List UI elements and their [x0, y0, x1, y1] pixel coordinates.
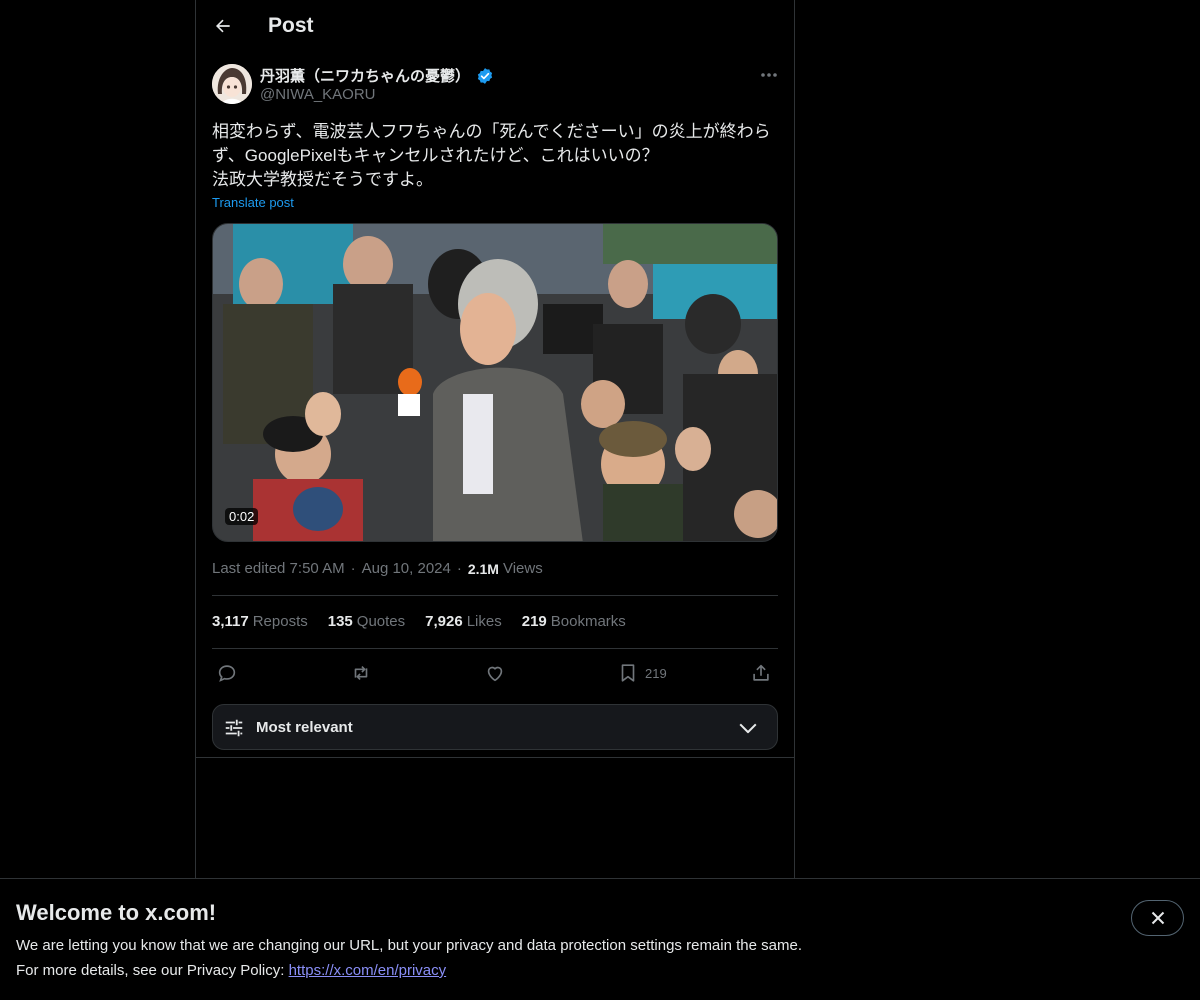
avatar-image — [212, 64, 252, 104]
welcome-banner: Welcome to x.com! We are letting you kno… — [0, 878, 1200, 1000]
meta-separator: · — [350, 560, 356, 577]
repost-icon — [354, 665, 368, 681]
likes-label: Likes — [466, 613, 502, 630]
reply-button[interactable] — [216, 660, 238, 686]
back-button[interactable] — [206, 9, 240, 43]
banner-details: For more details, see our Privacy Policy… — [16, 962, 446, 979]
video-player[interactable]: 0:02 — [212, 223, 778, 542]
close-icon — [1151, 911, 1164, 925]
author-name-text: 丹羽薫（ニワカちゃんの憂鬱） — [260, 68, 471, 85]
divider — [196, 757, 794, 758]
divider — [212, 648, 778, 649]
bookmark-button[interactable]: 219 — [617, 660, 667, 686]
verified-badge-icon — [477, 67, 493, 84]
privacy-policy-link[interactable]: https://x.com/en/privacy — [289, 962, 447, 979]
post-date[interactable]: Aug 10, 2024 — [362, 560, 451, 577]
stat-reposts[interactable]: 3,117 Reposts — [212, 613, 308, 630]
page-title: Post — [268, 14, 314, 37]
banner-details-text: For more details, see our Privacy Policy… — [16, 962, 289, 979]
banner-title: Welcome to x.com! — [16, 900, 217, 925]
video-thumbnail — [213, 224, 777, 541]
reposts-label: Reposts — [252, 613, 308, 630]
divider — [212, 595, 778, 596]
stat-bookmarks[interactable]: 219 Bookmarks — [522, 613, 626, 630]
top-bar: Post — [196, 0, 794, 54]
meta-separator: · — [456, 560, 462, 577]
more-options-button[interactable] — [754, 64, 784, 86]
views-label: Views — [502, 560, 543, 577]
share-button[interactable] — [750, 660, 772, 686]
stat-quotes[interactable]: 135 Quotes — [328, 613, 405, 630]
bookmarks-count: 219 — [521, 613, 547, 630]
author-handle[interactable]: @NIWA_KAORU — [260, 86, 376, 103]
share-icon — [753, 664, 769, 681]
close-banner-button[interactable] — [1131, 900, 1184, 936]
chevron-down-icon — [739, 723, 757, 734]
bookmark-icon — [621, 664, 635, 682]
sort-label: Most relevant — [256, 719, 353, 736]
engagement-stats: 3,117 Reposts 135 Quotes 7,926 Likes 219… — [212, 613, 626, 630]
reply-sort-dropdown[interactable]: Most relevant — [212, 704, 778, 750]
bookmark-count: 219 — [645, 665, 667, 681]
like-button[interactable] — [484, 660, 506, 686]
video-duration: 0:02 — [225, 508, 259, 525]
likes-count: 7,926 — [425, 613, 463, 630]
more-dots-icon — [761, 73, 777, 77]
bookmarks-label: Bookmarks — [550, 613, 626, 630]
stat-likes[interactable]: 7,926 Likes — [425, 613, 502, 630]
quotes-label: Quotes — [356, 613, 406, 630]
heart-icon — [487, 666, 503, 682]
main-column: Post 丹羽薫（ニワカちゃんの憂鬱） @NIWA_KAORU 相変わらず、電波… — [195, 0, 795, 878]
quotes-count: 135 — [327, 613, 353, 630]
post-text: 相変わらず、電波芸人フワちゃんの「死んでくださーい」の炎上が終わらず、Googl… — [212, 122, 771, 189]
reposts-count: 3,117 — [212, 613, 249, 630]
arrow-left-icon — [216, 19, 230, 33]
author-name[interactable]: 丹羽薫（ニワカちゃんの憂鬱） — [260, 65, 494, 86]
post-meta: Last edited 7:50 AM · Aug 10, 2024 · 2.1… — [212, 560, 543, 577]
reply-icon — [218, 665, 236, 682]
views-count: 2.1M — [467, 560, 499, 577]
banner-message: We are letting you know that we are chan… — [16, 937, 802, 954]
edited-time[interactable]: Last edited 7:50 AM — [212, 560, 345, 577]
translate-post-link[interactable]: Translate post — [212, 195, 294, 210]
action-bar: 219 — [212, 660, 778, 686]
avatar[interactable] — [212, 64, 252, 104]
repost-button[interactable] — [350, 660, 372, 686]
sliders-icon — [225, 719, 243, 737]
